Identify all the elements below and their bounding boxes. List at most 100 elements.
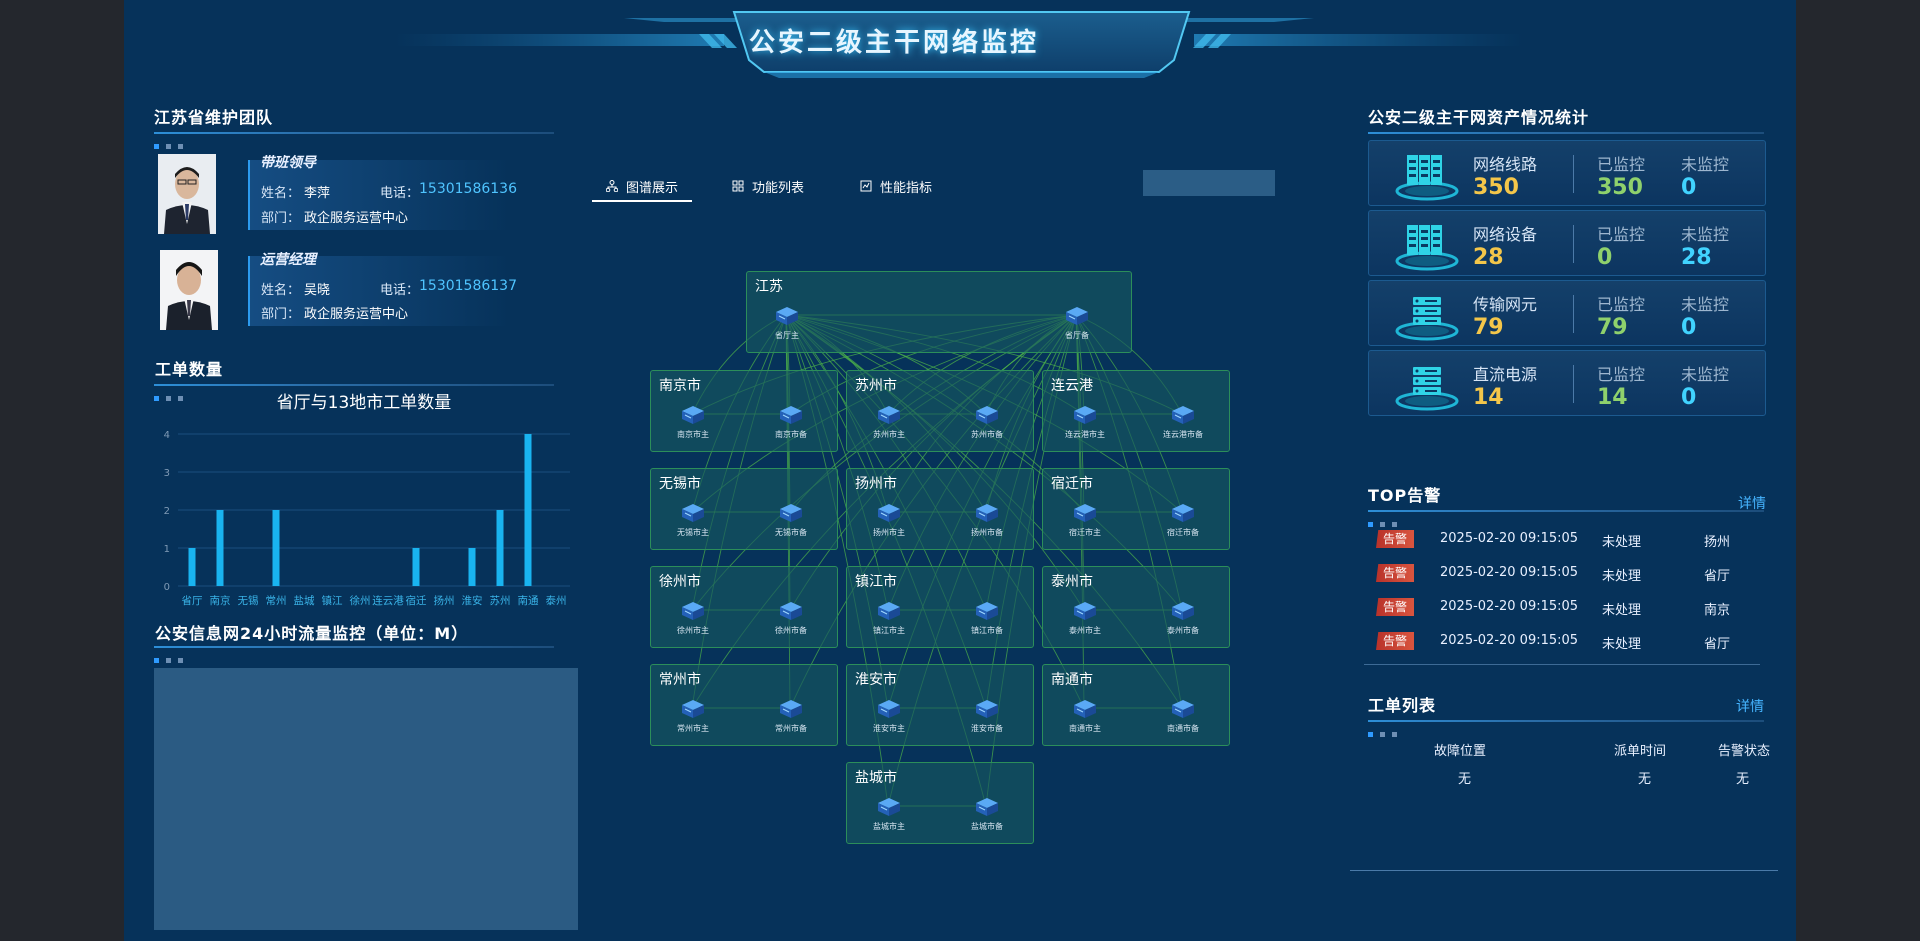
monitored-label: 已监控 — [1597, 225, 1646, 244]
network-node[interactable]: 南京市主 — [663, 401, 723, 441]
region-box[interactable]: 宿迁市 宿迁市主 宿迁市备 — [1042, 468, 1230, 550]
network-node[interactable]: 无锡市主 — [663, 499, 723, 539]
asset-card[interactable]: 传输网元 79 已监控 未监控 79 0 — [1368, 280, 1766, 346]
network-node[interactable]: 省厅备 — [1047, 302, 1107, 342]
network-node[interactable]: 南通市主 — [1055, 695, 1115, 735]
region-box[interactable]: 镇江市 镇江市主 镇江市备 — [846, 566, 1034, 648]
alarm-status: 未处理 — [1602, 535, 1642, 550]
region-box[interactable]: 连云港连云港市主 连云港市备 — [1042, 370, 1230, 452]
network-device-icon — [682, 700, 704, 718]
node-label: 常州市主 — [677, 724, 709, 733]
network-node[interactable]: 南通市备 — [1153, 695, 1213, 735]
network-node[interactable]: 扬州市备 — [957, 499, 1017, 539]
network-device-icon — [976, 406, 998, 424]
section-divider — [1368, 132, 1764, 134]
node-label: 盐城市主 — [873, 822, 905, 831]
asset-name: 网络设备 — [1473, 225, 1538, 244]
network-device-icon — [1074, 602, 1096, 620]
node-label: 镇江市备 — [971, 626, 1003, 635]
alarm-status: 未处理 — [1602, 637, 1642, 652]
region-box[interactable]: 泰州市 泰州市主 泰州市备 — [1042, 566, 1230, 648]
network-node[interactable]: 淮安市主 — [859, 695, 919, 735]
network-node[interactable]: 省厅主 — [757, 302, 817, 342]
network-node[interactable]: 宿迁市备 — [1153, 499, 1213, 539]
network-node[interactable]: 常州市备 — [761, 695, 821, 735]
work-orders-detail-link[interactable]: 详情 — [1736, 696, 1764, 716]
node-label: 宿迁市备 — [1167, 528, 1199, 537]
network-node[interactable]: 泰州市备 — [1153, 597, 1213, 637]
region-name: 连云港 — [1051, 378, 1093, 394]
table-cell: 无 — [1638, 772, 1652, 787]
network-node[interactable]: 淮安市备 — [957, 695, 1017, 735]
asset-card[interactable]: 网络线路 350 已监控 未监控 350 0 — [1368, 140, 1766, 206]
network-node[interactable]: 镇江市备 — [957, 597, 1017, 637]
unmonitored-label: 未监控 — [1681, 155, 1730, 174]
column-header-alarm-status: 告警状态 — [1718, 744, 1771, 759]
separator — [1573, 295, 1574, 333]
node-label: 淮安市主 — [873, 724, 905, 733]
network-node[interactable]: 盐城市主 — [859, 793, 919, 833]
node-label: 省厅备 — [1065, 331, 1089, 340]
alarm-row[interactable]: 告警 2025-02-20 09:15:05 未处理 南京 — [1376, 598, 1756, 618]
node-label: 南通市主 — [1069, 724, 1101, 733]
region-name: 常州市 — [659, 672, 701, 688]
region-box[interactable]: 徐州市 徐州市主 徐州市备 — [650, 566, 838, 648]
region-box[interactable]: 苏州市 苏州市主 苏州市备 — [846, 370, 1034, 452]
alarm-badge: 告警 — [1376, 564, 1414, 582]
alarm-row[interactable]: 告警 2025-02-20 09:15:05 未处理 省厅 — [1376, 632, 1756, 652]
region-box[interactable]: 常州市常州市主 常州市备 — [650, 664, 838, 746]
region-box[interactable]: 江苏省厅主 省厅备 — [746, 271, 1132, 353]
monitored-label: 已监控 — [1597, 365, 1646, 384]
node-label: 连云港市备 — [1163, 430, 1203, 439]
network-device-icon — [682, 504, 704, 522]
network-node[interactable]: 盐城市备 — [957, 793, 1017, 833]
alarm-status: 未处理 — [1602, 569, 1642, 584]
monitored-value: 350 — [1597, 175, 1643, 200]
region-name: 江苏 — [755, 279, 783, 295]
network-device-icon — [780, 406, 802, 424]
alarm-status: 未处理 — [1602, 603, 1642, 618]
region-name: 盐城市 — [855, 770, 897, 786]
assets-title: 公安二级主干网资产情况统计 — [1368, 108, 1590, 127]
network-node[interactable]: 苏州市备 — [957, 401, 1017, 441]
alarm-row[interactable]: 告警 2025-02-20 09:15:05 未处理 省厅 — [1376, 564, 1756, 584]
table-cell: 无 — [1458, 772, 1472, 787]
network-node[interactable]: 泰州市主 — [1055, 597, 1115, 637]
region-box[interactable]: 扬州市 扬州市主 扬州市备 — [846, 468, 1034, 550]
network-node[interactable]: 苏州市主 — [859, 401, 919, 441]
network-node[interactable]: 扬州市主 — [859, 499, 919, 539]
region-box[interactable]: 盐城市盐城市主 盐城市备 — [846, 762, 1034, 844]
alarm-location: 扬州 — [1704, 535, 1731, 550]
network-node[interactable]: 连云港市主 — [1055, 401, 1115, 441]
monitored-label: 已监控 — [1597, 155, 1646, 174]
network-device-icon — [1172, 406, 1194, 424]
network-device-icon — [780, 504, 802, 522]
region-box[interactable]: 无锡市 无锡市主 无锡市备 — [650, 468, 838, 550]
network-node[interactable]: 宿迁市主 — [1055, 499, 1115, 539]
network-node[interactable]: 徐州市主 — [663, 597, 723, 637]
network-node[interactable]: 无锡市备 — [761, 499, 821, 539]
node-label: 无锡市备 — [775, 528, 807, 537]
server-stack-icon — [1395, 297, 1459, 341]
network-node[interactable]: 连云港市备 — [1153, 401, 1213, 441]
region-box[interactable]: 南通市 南通市主 南通市备 — [1042, 664, 1230, 746]
region-box[interactable]: 淮安市 淮安市主 淮安市备 — [846, 664, 1034, 746]
region-box[interactable]: 南京市 南京市主 南京市备 — [650, 370, 838, 452]
asset-card[interactable]: 网络设备 28 已监控 未监控 0 28 — [1368, 210, 1766, 276]
asset-card[interactable]: 直流电源 14 已监控 未监控 14 0 — [1368, 350, 1766, 416]
alarm-time: 2025-02-20 09:15:05 — [1440, 531, 1579, 546]
monitored-value: 14 — [1597, 385, 1628, 410]
network-device-icon — [1172, 700, 1194, 718]
alarm-row[interactable]: 告警 2025-02-20 09:15:05 未处理 扬州 — [1376, 530, 1756, 550]
node-label: 苏州市主 — [873, 430, 905, 439]
network-device-icon — [780, 602, 802, 620]
network-device-icon — [1074, 700, 1096, 718]
section-divider — [1368, 720, 1764, 722]
alarm-badge: 告警 — [1376, 598, 1414, 616]
network-node[interactable]: 镇江市主 — [859, 597, 919, 637]
network-node[interactable]: 徐州市备 — [761, 597, 821, 637]
unmonitored-value: 0 — [1681, 315, 1697, 340]
section-dots — [1368, 722, 1404, 737]
network-node[interactable]: 常州市主 — [663, 695, 723, 735]
network-node[interactable]: 南京市备 — [761, 401, 821, 441]
